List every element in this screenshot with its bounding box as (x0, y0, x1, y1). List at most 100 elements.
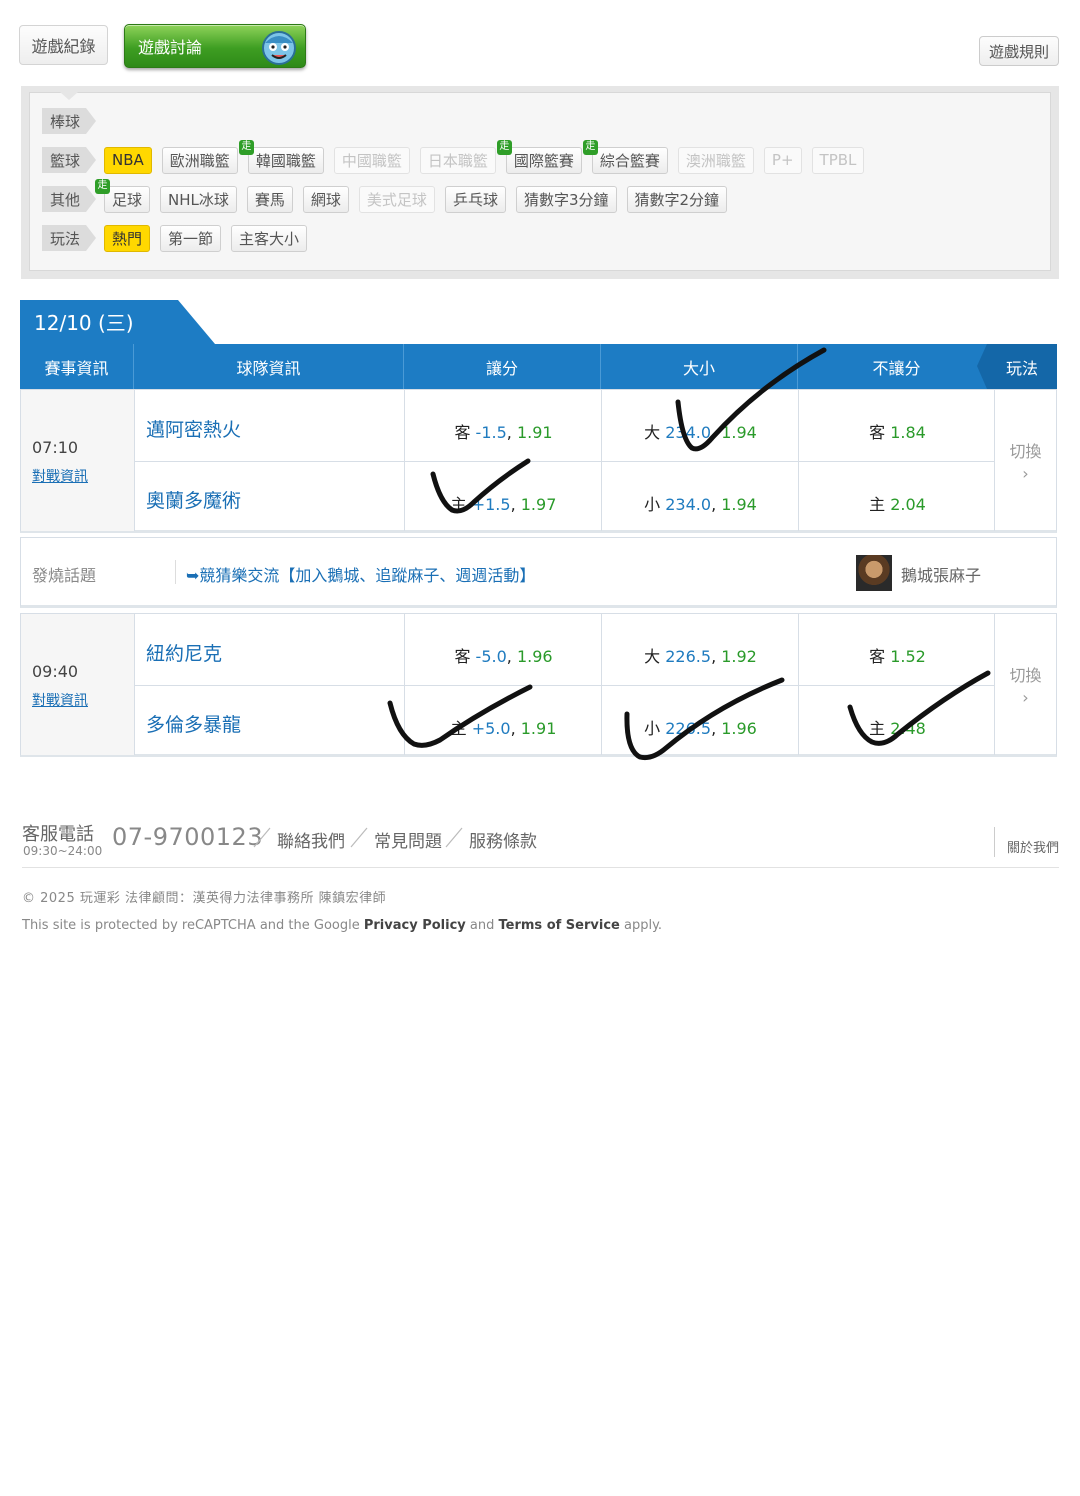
sport-filter-panel: 棒球 籃球 NBA 歐洲職籃 走韓國職籃 中國職籃 日本職籃 走國際籃賽 走綜合… (21, 86, 1059, 279)
chevron-right-icon: › (1022, 464, 1029, 483)
chip-guess-2min[interactable]: 猜數字2分鐘 (626, 185, 728, 213)
switch-label: 切換 (1009, 442, 1042, 461)
matchup-info-link[interactable]: 對戰資訊 (32, 690, 88, 710)
odds-spread-away[interactable]: 客 -1.5, 1.91 (405, 419, 602, 443)
header-event: 賽事資訊 (20, 344, 134, 389)
top-bar: 遊戲紀錄 遊戲討論 遊戲規則 (0, 0, 1080, 86)
switch-button[interactable]: 切換 › (994, 614, 1056, 755)
mascot-icon (262, 31, 296, 65)
hot-topic-user[interactable]: 鵝城張麻子 (901, 562, 981, 586)
chip-label: 足球 (112, 190, 143, 209)
chip-intl-basketball[interactable]: 走國際籃賽 (496, 139, 582, 174)
panel-caret (60, 92, 78, 100)
chip-american-football[interactable]: 美式足球 (358, 185, 435, 213)
filter-row-basketball: 籃球 NBA 歐洲職籃 走韓國職籃 中國職籃 日本職籃 走國際籃賽 走綜合籃賽 … (42, 139, 874, 174)
recaptcha-apply: apply. (624, 918, 663, 933)
chip-guess-3min[interactable]: 猜數字3分鐘 (515, 185, 617, 213)
odds-spread-home[interactable]: 主 +1.5, 1.97 (405, 491, 602, 515)
terms-link[interactable]: 服務條款 (469, 827, 537, 852)
chip-japan-basketball[interactable]: 日本職籃 (419, 146, 496, 174)
team-away: 紐約尼克 (146, 643, 223, 665)
chip-euro-basketball[interactable]: 歐洲職籃 (161, 146, 238, 174)
row-divider (135, 685, 995, 686)
chip-nhl[interactable]: NHL冰球 (160, 185, 237, 213)
chip-hot[interactable]: 熱門 (104, 224, 151, 252)
filter-row-baseball: 棒球 (42, 107, 104, 135)
chip-label: 綜合籃賽 (599, 151, 660, 170)
chip-korea-basketball[interactable]: 走韓國職籃 (238, 139, 324, 174)
chip-first-quarter[interactable]: 第一節 (160, 224, 222, 252)
header-spread: 讓分 (404, 344, 601, 389)
terms-of-service-link[interactable]: Terms of Service (499, 918, 620, 933)
chip-australia-basketball[interactable]: 澳洲職籃 (677, 146, 754, 174)
odds-total-over[interactable]: 大 226.5, 1.92 (602, 643, 799, 667)
avatar[interactable] (856, 555, 892, 591)
table-header: 賽事資訊 球隊資訊 讓分 大小 不讓分 玩法 (20, 344, 1057, 389)
odds-total-under[interactable]: 小 234.0, 1.94 (602, 491, 799, 515)
odds-moneyline-home[interactable]: 主 2.04 (799, 491, 996, 515)
header-total: 大小 (601, 344, 798, 389)
team-home: 奧蘭多魔術 (146, 490, 242, 512)
game-rules-button[interactable]: 遊戲規則 (979, 36, 1059, 66)
chevron-right-icon: › (1022, 688, 1029, 707)
faq-link[interactable]: 常見問題 (374, 827, 442, 852)
switch-button[interactable]: 切換 › (994, 390, 1056, 531)
odds-moneyline-away[interactable]: 客 1.52 (799, 643, 996, 667)
chip-nba[interactable]: NBA (104, 146, 152, 174)
row-divider (135, 461, 995, 462)
chip-pplus[interactable]: P+ (763, 146, 802, 174)
header-moneyline: 不讓分 (872, 358, 921, 378)
chip-tpbl[interactable]: TPBL (811, 146, 865, 174)
recaptcha-text: This site is protected by reCAPTCHA and … (22, 918, 360, 933)
game-time: 07:10 (32, 438, 79, 457)
service-hours: 09:30~24:00 (23, 844, 103, 858)
chip-tennis[interactable]: 網球 (302, 185, 349, 213)
odds-spread-away[interactable]: 客 -5.0, 1.96 (405, 643, 602, 667)
slash-divider (253, 827, 271, 848)
service-phone-label: 客服電話 (22, 824, 94, 845)
service-phone-number[interactable]: 07-9700123 (112, 823, 263, 851)
odds-moneyline-away[interactable]: 客 1.84 (799, 419, 996, 443)
chip-horse-racing[interactable]: 賽馬 (246, 185, 293, 213)
odds-spread-home[interactable]: 主 +5.0, 1.91 (405, 715, 602, 739)
game-time: 09:40 (32, 662, 79, 681)
filter-inner: 棒球 籃球 NBA 歐洲職籃 走韓國職籃 中國職籃 日本職籃 走國際籃賽 走綜合… (29, 92, 1051, 271)
game-time-cell: 07:10 對戰資訊 (21, 390, 135, 531)
category-baseball[interactable]: 棒球 (42, 108, 97, 134)
filter-row-other: 其他 走足球 NHL冰球 賽馬 網球 美式足球 乒乓球 猜數字3分鐘 猜數字2分… (42, 178, 737, 213)
game-discussion-label: 遊戲討論 (138, 38, 203, 57)
chip-mixed-basketball[interactable]: 走綜合籃賽 (582, 139, 668, 174)
chip-home-away-total[interactable]: 主客大小 (231, 224, 308, 252)
hot-topic-link[interactable]: ➥競猜樂交流【加入鵝城、追蹤麻子、週週活動】 (186, 562, 535, 586)
matchup-info-link[interactable]: 對戰資訊 (32, 466, 88, 486)
category-play: 玩法 (42, 225, 97, 251)
switch-label: 切換 (1009, 666, 1042, 685)
about-divider (994, 827, 995, 857)
hot-topic-bar: 發燒話題 ➥競猜樂交流【加入鵝城、追蹤麻子、週週活動】 鵝城張麻子 (20, 537, 1057, 608)
chip-soccer[interactable]: 走足球 (95, 178, 151, 213)
hot-topic-divider (175, 560, 176, 584)
team-home: 多倫多暴龍 (146, 714, 242, 736)
chip-table-tennis[interactable]: 乒乓球 (444, 185, 506, 213)
game-time-cell: 09:40 對戰資訊 (21, 614, 135, 755)
chip-label: 國際籃賽 (513, 151, 574, 170)
recaptcha-and: and (469, 918, 495, 933)
odds-total-over[interactable]: 大 234.0, 1.94 (602, 419, 799, 443)
game-record-button[interactable]: 遊戲紀錄 (19, 25, 108, 65)
category-basketball: 籃球 (42, 147, 97, 173)
privacy-policy-link[interactable]: Privacy Policy (364, 918, 466, 933)
team-away: 邁阿密熱火 (146, 419, 242, 441)
odds-total-under[interactable]: 小 226.5, 1.96 (602, 715, 799, 739)
odds-moneyline-home[interactable]: 主 2.48 (799, 715, 996, 739)
live-badge: 走 (95, 178, 111, 194)
header-team: 球隊資訊 (134, 344, 404, 389)
about-us-link[interactable]: 關於我們 (1007, 837, 1059, 856)
game-discussion-button[interactable]: 遊戲討論 (124, 24, 306, 68)
header-play-button[interactable]: 玩法 (977, 344, 1057, 389)
contact-us-link[interactable]: 聯絡我們 (277, 827, 345, 852)
hot-topic-label: 發燒話題 (32, 566, 97, 585)
live-badge: 走 (238, 139, 254, 155)
copyright-text: © 2025 玩運彩 法律顧問：漢英得力法律事務所 陳鎮宏律師 (22, 891, 387, 906)
chip-china-basketball[interactable]: 中國職籃 (333, 146, 410, 174)
live-badge: 走 (496, 139, 512, 155)
